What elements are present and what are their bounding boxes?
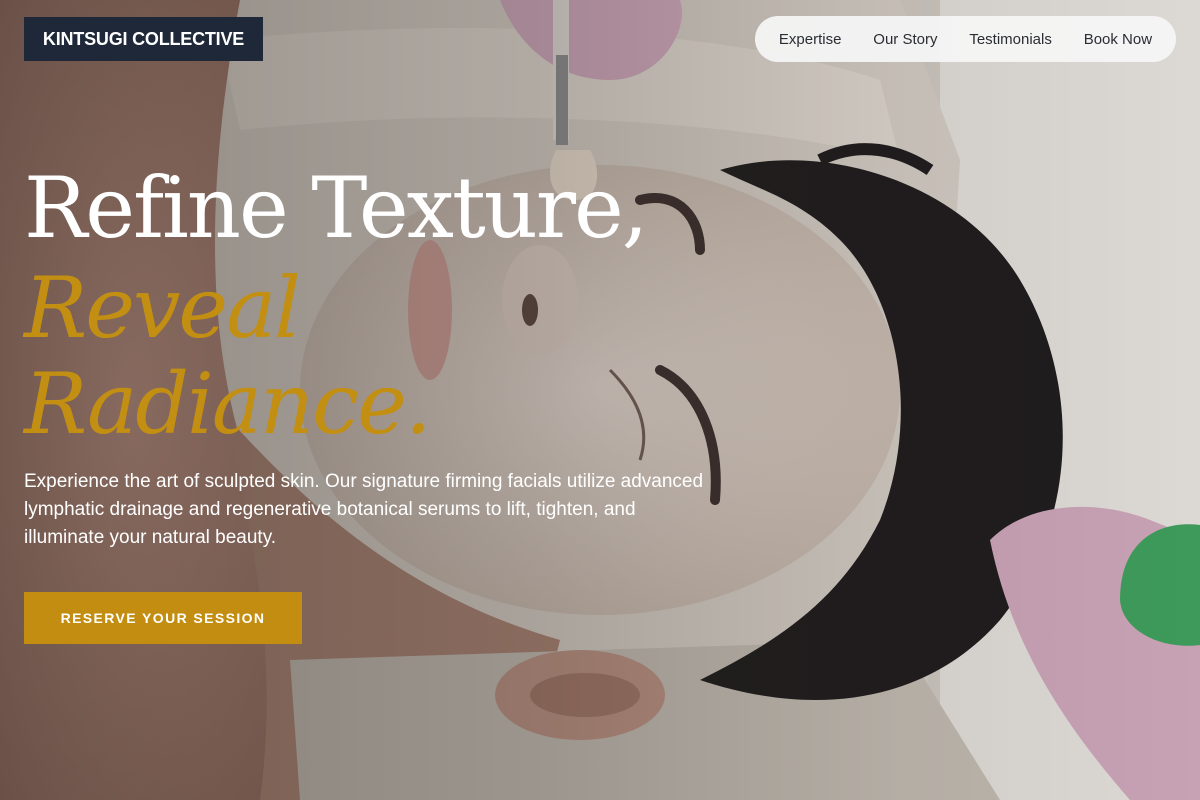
- main-nav: Expertise Our Story Testimonials Book No…: [755, 16, 1176, 62]
- nav-link-expertise[interactable]: Expertise: [771, 25, 850, 54]
- nav-link-our-story[interactable]: Our Story: [865, 25, 945, 54]
- nav-link-book-now[interactable]: Book Now: [1076, 25, 1160, 54]
- nav-link-testimonials[interactable]: Testimonials: [961, 25, 1060, 54]
- hero-description: Experience the art of sculpted skin. Our…: [24, 471, 704, 548]
- page: KINTSUGI COLLECTIVE Expertise Our Story …: [0, 0, 1200, 800]
- hero-headline-line-1: Refine Texture,: [24, 159, 648, 257]
- reserve-session-button[interactable]: RESERVE YOUR SESSION: [24, 592, 302, 644]
- hero-headline-line-2: Reveal: [24, 259, 301, 357]
- brand-logo-text: KINTSUGI COLLECTIVE: [42, 28, 245, 49]
- hero-headline-line-3: Radiance.: [24, 355, 432, 453]
- brand-logo[interactable]: KINTSUGI COLLECTIVE: [24, 17, 263, 61]
